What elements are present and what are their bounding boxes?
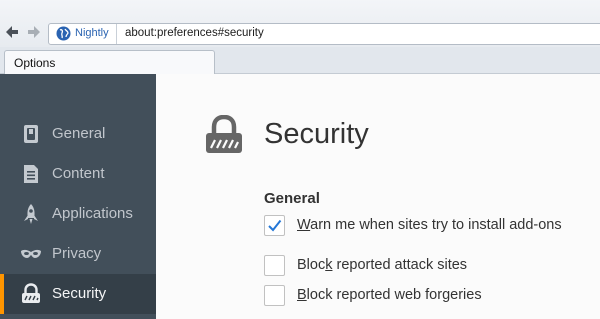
sidebar-item-label: Content	[52, 165, 105, 182]
rocket-icon	[20, 203, 42, 225]
sidebar-item-applications[interactable]: Applications	[0, 194, 156, 234]
block-web-forgeries-label: Block reported web forgeries	[297, 287, 482, 303]
site-identity-button[interactable]: Nightly	[49, 24, 117, 44]
switch-icon	[20, 123, 42, 145]
block-attack-sites-preference[interactable]: Block reported attack sites	[264, 255, 594, 277]
block-attack-sites-checkbox[interactable]	[264, 255, 285, 276]
warn-addons-label: Warn me when sites try to install add-on…	[297, 217, 562, 233]
document-icon	[20, 163, 42, 185]
url-bar[interactable]: Nightly about:preferences#security	[48, 23, 600, 45]
forward-arrow-icon[interactable]	[26, 24, 42, 40]
warn-addons-checkbox[interactable]	[264, 215, 285, 236]
sidebar-item-label: Security	[52, 285, 107, 302]
globe-icon	[56, 26, 71, 41]
sidebar-item-security[interactable]: Security	[0, 274, 156, 314]
checkmark-icon	[268, 219, 282, 232]
sidebar-item-privacy[interactable]: Privacy	[0, 234, 156, 274]
block-web-forgeries-preference[interactable]: Block reported web forgeries	[264, 285, 594, 307]
block-web-forgeries-checkbox[interactable]	[264, 285, 285, 306]
block-attack-sites-label: Block reported attack sites	[297, 257, 468, 273]
category-sidebar: General Content Applications Privacy Sec…	[0, 74, 156, 319]
sidebar-item-label: Applications	[52, 205, 133, 222]
warn-addons-preference[interactable]: Warn me when sites try to install add-on…	[264, 215, 594, 237]
url-text[interactable]: about:preferences#security	[125, 27, 264, 39]
navigation-toolbar: Nightly about:preferences#security	[0, 0, 600, 47]
mask-icon	[20, 243, 42, 265]
sidebar-item-label: General	[52, 125, 106, 142]
lock-icon	[204, 114, 244, 155]
sidebar-item-label: Privacy	[52, 245, 102, 262]
identity-label: Nightly	[75, 27, 109, 39]
lock-icon	[20, 283, 42, 305]
tab-options[interactable]: Options	[4, 50, 215, 75]
group-title: General	[264, 190, 320, 207]
sidebar-item-general[interactable]: General	[0, 114, 156, 154]
tab-strip: Options	[0, 47, 600, 75]
sidebar-item-content[interactable]: Content	[0, 154, 156, 194]
tab-title: Options	[14, 56, 56, 70]
preferences-pane: Security General Warn me when sites try …	[156, 74, 600, 319]
back-arrow-icon[interactable]	[4, 24, 20, 40]
page-title: Security	[264, 118, 369, 150]
